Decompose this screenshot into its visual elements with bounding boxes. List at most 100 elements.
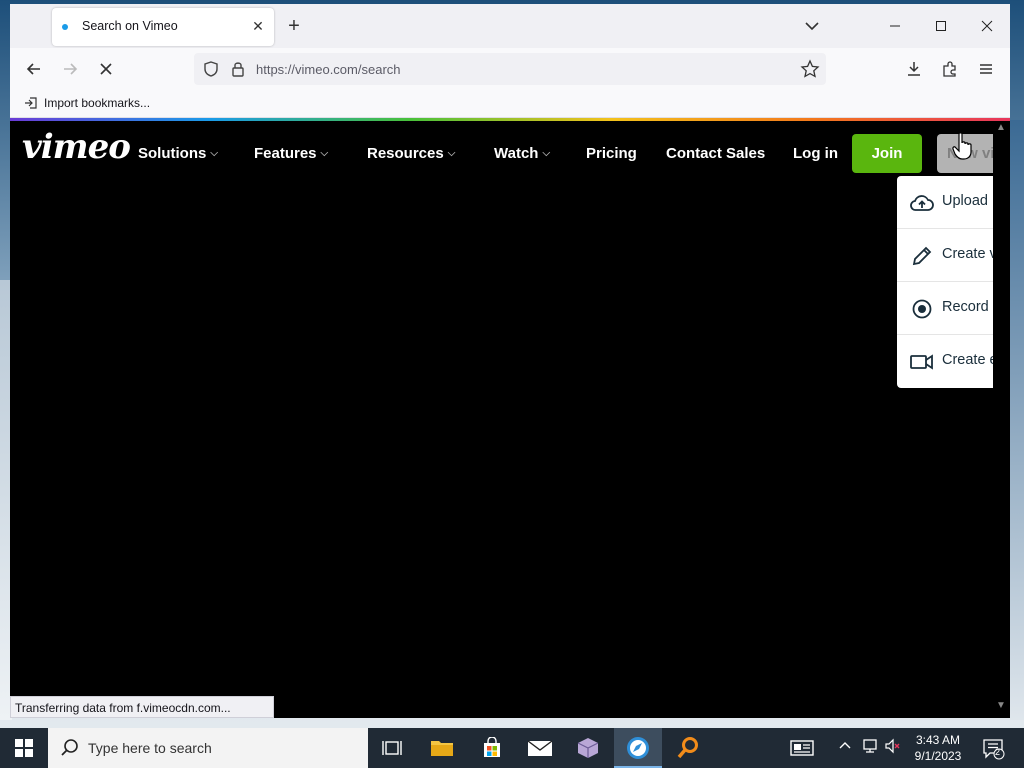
chevron-down-icon: ⌵ [447, 148, 456, 159]
microsoft-store-button[interactable] [474, 734, 510, 762]
file-explorer-button[interactable] [424, 734, 460, 762]
close-tab-icon[interactable]: ✕ [248, 16, 268, 36]
menu-watch-label: Watch [494, 145, 539, 162]
tab-bar: Search on Vimeo ✕ + [10, 4, 1010, 48]
dropdown-item-create-event[interactable]: Create event [897, 335, 993, 388]
stop-icon [100, 63, 112, 75]
arrow-right-icon [64, 63, 78, 75]
shield-icon[interactable] [202, 60, 220, 78]
news-widget-button[interactable] [784, 734, 820, 762]
lock-icon[interactable] [230, 60, 246, 78]
pencil-icon [912, 246, 932, 266]
scroll-down-arrow-icon[interactable]: ▼ [996, 700, 1008, 714]
menu-contact-sales-label: Contact Sales [666, 145, 766, 162]
browser-tab-active[interactable]: Search on Vimeo ✕ [52, 8, 274, 46]
new-tab-button[interactable]: + [284, 16, 304, 36]
cloud-upload-icon [910, 195, 934, 211]
dropdown-upload-label: Upload [942, 193, 988, 209]
dropdown-item-create-video[interactable]: Create video [897, 229, 993, 282]
task-view-icon [382, 741, 402, 755]
scroll-up-arrow-icon[interactable]: ▲ [996, 122, 1008, 136]
list-all-tabs-button[interactable] [802, 16, 822, 36]
menu-login[interactable]: Log in [793, 145, 838, 162]
import-icon [25, 97, 37, 109]
app-box-button[interactable] [570, 734, 606, 762]
forward-button[interactable] [58, 58, 82, 80]
windows-logo-icon [15, 739, 33, 757]
maximize-button[interactable] [926, 12, 956, 40]
close-window-button[interactable] [972, 12, 1002, 40]
chevron-down-icon: ⌵ [542, 148, 551, 159]
menu-resources[interactable]: Resources ⌵ [367, 145, 455, 162]
maximize-icon [936, 21, 946, 31]
dropdown-record-label: Record [942, 299, 989, 315]
status-bar: Transferring data from f.vimeocdn.com... [10, 696, 274, 718]
menu-pricing[interactable]: Pricing [586, 145, 637, 162]
menu-features[interactable]: Features ⌵ [254, 145, 328, 162]
taskbar: Type here to search 3:43 AM 9/1/2023 2 [0, 728, 1024, 768]
show-hidden-icons-button[interactable] [838, 738, 852, 755]
mail-button[interactable] [522, 734, 558, 762]
bookmarks-toolbar: Import bookmarks... [10, 90, 1010, 118]
menu-solutions-label: Solutions [138, 145, 207, 162]
import-bookmarks-link[interactable]: Import bookmarks... [24, 96, 150, 110]
menu-features-label: Features [254, 145, 317, 162]
navigation-toolbar: https://vimeo.com/search [10, 48, 1010, 90]
dropdown-create-video-label: Create video [942, 246, 993, 262]
tab-title: Search on Vimeo [82, 19, 178, 33]
url-text[interactable]: https://vimeo.com/search [256, 62, 401, 77]
stop-loading-button[interactable] [94, 58, 118, 80]
hand-cursor-icon [952, 132, 972, 160]
news-icon [790, 740, 814, 756]
join-button[interactable]: Join [852, 134, 922, 173]
mail-icon [527, 740, 553, 756]
folder-icon [431, 741, 453, 756]
star-icon[interactable] [800, 59, 820, 79]
hamburger-icon [980, 64, 992, 74]
taskbar-search-placeholder: Type here to search [88, 740, 212, 756]
menu-login-label: Log in [793, 145, 838, 162]
menu-button[interactable] [974, 58, 998, 80]
notification-center-button[interactable]: 2 [982, 738, 1006, 765]
task-view-button[interactable] [374, 734, 410, 762]
minimize-icon [890, 25, 900, 27]
close-icon [981, 20, 993, 32]
chevron-down-icon: ⌵ [210, 148, 218, 159]
vimeo-logo[interactable]: vimeo [22, 127, 131, 167]
arrow-left-icon [26, 63, 40, 75]
search-icon [61, 739, 78, 756]
menu-contact-sales[interactable]: Contact Sales [666, 145, 765, 162]
magnifier-orange-icon [677, 737, 698, 759]
notification-count-badge: 2 [995, 747, 1001, 757]
import-bookmarks-label: Import bookmarks... [44, 96, 151, 110]
clock-date: 9/1/2023 [914, 749, 962, 763]
browser-compass-icon [627, 737, 649, 759]
search-app-button[interactable] [670, 734, 706, 762]
download-icon [908, 62, 920, 76]
network-icon [863, 739, 877, 753]
menu-solutions[interactable]: Solutions ⌵ [138, 145, 218, 162]
store-bag-icon [484, 737, 500, 757]
chevron-up-icon [839, 742, 851, 749]
network-button[interactable] [862, 738, 880, 757]
taskbar-search-box[interactable]: Type here to search [48, 728, 368, 768]
system-clock[interactable]: 3:43 AM 9/1/2023 [900, 732, 976, 764]
package-box-icon [577, 738, 599, 758]
loading-favicon-icon [62, 24, 68, 30]
vimeo-header: vimeo Solutions ⌵ Features ⌵ Resources ⌵… [10, 121, 1010, 181]
address-bar[interactable]: https://vimeo.com/search [194, 53, 826, 85]
downloads-button[interactable] [902, 58, 926, 80]
dropdown-item-record[interactable]: Record [897, 282, 993, 335]
browser-taskbar-button[interactable] [620, 734, 656, 762]
new-video-dropdown: Upload Create video Record Create event [897, 176, 993, 388]
extensions-button[interactable] [938, 58, 962, 80]
minimize-button[interactable] [880, 12, 910, 40]
back-button[interactable] [22, 58, 46, 80]
menu-watch[interactable]: Watch ⌵ [494, 145, 550, 162]
chevron-down-icon [805, 22, 819, 31]
notification-icon [983, 739, 1005, 760]
menu-resources-label: Resources [367, 145, 444, 162]
dropdown-item-upload[interactable]: Upload [897, 176, 993, 229]
chevron-down-icon: ⌵ [320, 148, 329, 159]
start-button[interactable] [0, 728, 48, 768]
